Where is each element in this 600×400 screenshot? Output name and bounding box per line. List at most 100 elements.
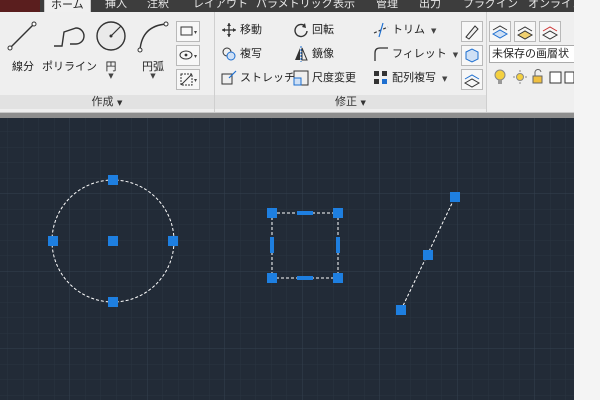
array-icon [373,70,389,86]
circle-icon [96,21,126,51]
tab-manage[interactable]: 管理 [376,0,398,12]
grip[interactable] [333,273,343,283]
rotate-icon [293,22,309,38]
3d-box-button[interactable] [461,45,483,66]
copy-icon [221,46,237,62]
layer-overflow-icon[interactable] [564,71,574,84]
modify-panel: 移動 回転 トリム ▼ 複写 鏡像 フィレット ▼ ストレッチ 尺度変更 配列複写 ▼… [215,12,487,112]
svg-text:▾: ▾ [194,77,197,84]
layer-properties-icon [491,25,509,39]
sun-icon[interactable] [513,70,527,84]
grip[interactable] [333,208,343,218]
hatch-icon: ▾ [180,73,197,86]
fillet-dropdown-icon[interactable]: ▼ [453,51,458,59]
trim-label: トリム [392,23,425,36]
midpoint-grip[interactable] [336,237,340,253]
ribbon-tab-bar: ホーム 挿入 注釈 レイアウト パラメトリック 表示 管理 出力 プラグイン オ… [0,0,574,12]
layer-dropdown[interactable]: 未保存の画層状 [489,45,578,63]
grip[interactable] [267,273,277,283]
window-edge [574,0,600,400]
polyline-tool-button[interactable]: ポリライン [42,16,97,86]
grip[interactable] [48,236,58,246]
lightbulb-icon[interactable] [494,69,506,84]
cube-icon [465,48,479,63]
create-panel-title-text: 作成 [91,95,114,108]
hatch-pattern-button[interactable]: ▾ [176,69,200,90]
line-icon [7,21,37,51]
move-icon [221,22,237,38]
circle-tool-button[interactable]: 円 ▼ [90,16,132,86]
color-swatch-icon[interactable] [549,71,562,84]
layer-properties-button[interactable] [489,21,511,42]
grip[interactable] [396,305,406,315]
rectangle-tool-button[interactable]: ▾ [176,21,200,42]
stretch-button[interactable]: ストレッチ [221,68,295,88]
array-label: 配列複写 [392,71,436,84]
scale-icon [293,70,309,86]
copy-label: 複写 [240,47,262,60]
fillet-button[interactable]: フィレット ▼ [373,44,458,64]
grip[interactable] [108,297,118,307]
move-label: 移動 [240,23,262,36]
create-panel-title[interactable]: 作成 ▼ [0,95,214,109]
match-properties-button[interactable] [461,21,483,42]
layer-match-button[interactable] [539,21,561,42]
layer-stack-icon [463,74,481,88]
mirror-label: 鏡像 [312,47,334,60]
rectangle-icon: ▾ [180,26,197,36]
array-button[interactable]: 配列複写 ▼ [373,68,447,88]
midpoint-grip[interactable] [270,237,274,253]
scale-label: 尺度変更 [312,71,356,84]
tab-online[interactable]: オンライン [528,0,574,12]
arc-icon [137,21,169,53]
arc-dropdown-icon[interactable]: ▼ [132,72,174,80]
grip[interactable] [108,236,118,246]
fillet-icon [373,46,389,62]
grip[interactable] [423,250,433,260]
tab-parametric[interactable]: パラメトリック [256,0,333,12]
tab-layout[interactable]: レイアウト [193,0,248,12]
modify-panel-title-text: 修正 [335,95,358,108]
tab-annotate[interactable]: 注釈 [147,0,169,12]
pen-icon [465,25,479,40]
trim-dropdown-icon[interactable]: ▼ [431,27,436,35]
layers-icon [516,26,534,40]
unlock-icon[interactable] [532,68,543,84]
svg-text:▾: ▾ [194,29,197,36]
tab-output[interactable]: 出力 [419,0,441,12]
scale-button[interactable]: 尺度変更 [293,68,356,88]
mirror-button[interactable]: 鏡像 [293,44,334,64]
rotate-button[interactable]: 回転 [293,20,334,40]
grip[interactable] [168,236,178,246]
copy-button[interactable]: 複写 [221,44,262,64]
application-menu-button[interactable] [0,0,40,12]
mirror-icon [293,46,309,62]
line-tool-button[interactable]: 線分 [2,16,44,86]
model-space [0,118,574,400]
array-dropdown-icon[interactable]: ▼ [442,75,447,83]
midpoint-grip[interactable] [297,211,313,215]
layer-match-icon [541,26,559,40]
layer-state-button[interactable] [514,21,536,42]
tab-view[interactable]: 表示 [333,0,355,12]
grid [0,118,574,400]
tab-insert[interactable]: 挿入 [105,0,127,12]
trim-button[interactable]: トリム ▼ [373,20,436,40]
arc-tool-button[interactable]: 円弧 ▼ [132,16,174,86]
tab-home[interactable]: ホーム [44,0,91,12]
stretch-icon [221,70,237,86]
hatch-tool-button[interactable]: ▾ [176,45,200,66]
block-button[interactable] [461,69,483,90]
tab-plugins[interactable]: プラグイン [463,0,518,12]
midpoint-grip[interactable] [297,276,313,280]
rotate-label: 回転 [312,23,334,36]
move-button[interactable]: 移動 [221,20,262,40]
grip[interactable] [267,208,277,218]
grip[interactable] [108,175,118,185]
polyline-icon [54,27,85,47]
modify-panel-title[interactable]: 修正 ▼ [215,95,486,109]
create-panel: 線分 ポリライン 円 ▼ 円弧 ▼ ▾ ▾ ▾ 作成 ▼ [0,12,215,112]
trim-icon [373,22,389,38]
grip[interactable] [450,192,460,202]
drawing-canvas[interactable] [0,118,574,400]
